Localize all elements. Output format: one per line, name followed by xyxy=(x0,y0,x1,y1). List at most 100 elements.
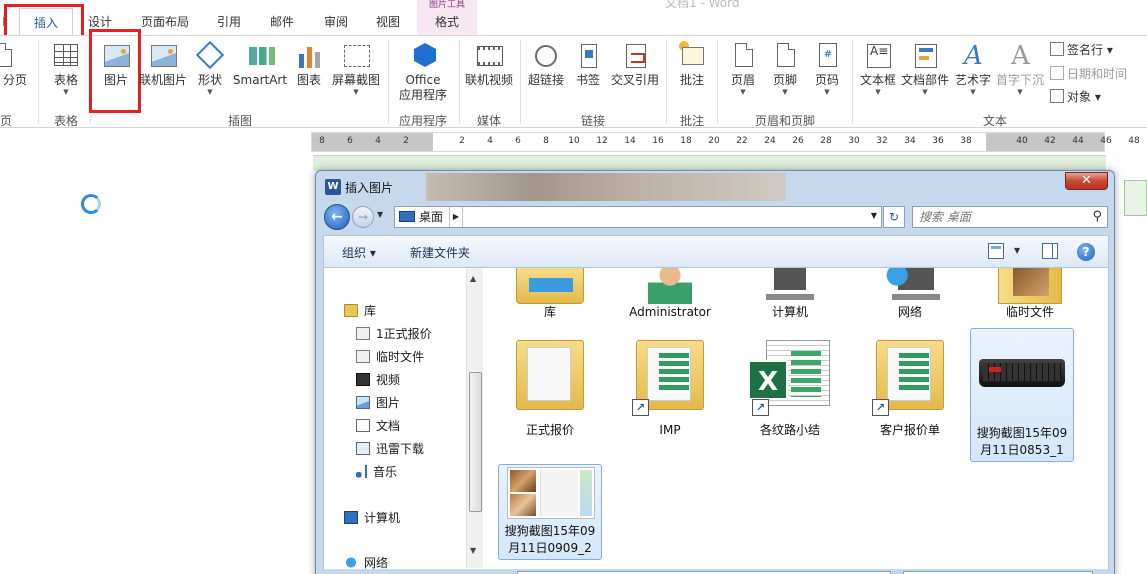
address-dropdown[interactable]: ▼ xyxy=(871,211,877,220)
ruler-tick-label: 24 xyxy=(764,136,776,146)
group-separator xyxy=(666,40,667,124)
library-icon xyxy=(344,304,358,317)
group-separator xyxy=(852,40,853,124)
ribbon-tab-bar: 文档1 - Word Ⅰ 插入 设计 页面布局 引用 邮件 审阅 视图 图片工具… xyxy=(0,0,1147,41)
ruler-tick-label: 28 xyxy=(820,136,832,146)
office-apps-button[interactable]: Office 应用程序 xyxy=(392,41,454,103)
address-bar[interactable]: 桌面 ▶ ▼ xyxy=(394,206,882,228)
tab-format[interactable]: 格式 xyxy=(417,10,477,36)
ruler-tick-label: 6 xyxy=(515,136,521,146)
chart-button[interactable]: 图表 xyxy=(293,41,325,88)
list-item-selected[interactable]: 搜狗截图15年09月11日0853_1 xyxy=(970,328,1074,462)
ruler-tick-label: 30 xyxy=(848,136,860,146)
object-button[interactable]: 对象 ▾ xyxy=(1050,87,1101,107)
signature-icon xyxy=(1050,42,1064,56)
comment-button[interactable]: 批注 xyxy=(672,41,712,88)
chevron-down-icon: ▼ xyxy=(875,88,881,96)
list-item[interactable]: Administrator xyxy=(618,268,722,323)
hyperlink-button[interactable]: 超链接 xyxy=(524,41,568,88)
list-item[interactable]: ↗ 客户报价单 xyxy=(858,330,962,448)
bookmark-icon xyxy=(573,41,603,71)
search-input[interactable] xyxy=(919,209,1079,225)
back-button[interactable]: ← xyxy=(324,204,350,230)
list-item[interactable]: 计算机 xyxy=(738,268,842,323)
nav-item[interactable]: 视频 xyxy=(356,371,400,389)
online-picture-button[interactable]: 联机图片 xyxy=(138,41,188,88)
help-icon[interactable]: ? xyxy=(1077,243,1095,261)
quick-parts-button[interactable]: 文档部件 ▼ xyxy=(900,41,950,97)
table-icon xyxy=(51,41,81,71)
date-time-button[interactable]: 日期和时间 xyxy=(1050,64,1127,84)
tab-review[interactable]: 审阅 xyxy=(314,10,358,34)
list-item[interactable]: X ↗ 各纹路小结 xyxy=(738,330,842,448)
nav-item[interactable]: 音乐 xyxy=(356,463,397,481)
text-box-button[interactable]: A≡ 文本框 ▼ xyxy=(857,41,899,97)
online-video-button[interactable]: 联机视频 xyxy=(462,41,516,88)
nav-item[interactable]: 文档 xyxy=(356,417,400,435)
tab-page-layout[interactable]: 页面布局 xyxy=(133,10,197,34)
ruler-tick-label: 44 xyxy=(1072,136,1084,146)
breadcrumb[interactable]: 桌面 xyxy=(399,209,443,225)
list-item-selected[interactable]: 搜狗截图15年09月11日0909_2 xyxy=(498,464,602,560)
ruler-tick-label: 40 xyxy=(1016,136,1028,146)
nav-item[interactable]: 图片 xyxy=(356,394,400,412)
horizontal-ruler[interactable]: 8 6 4 2 2 4 6 8 10 12 14 16 18 20 22 24 26 28 30 32 34 36 38 40… xyxy=(311,132,1140,152)
chevron-down-icon: ▼ xyxy=(970,88,976,96)
footer-button[interactable]: 页脚 ▼ xyxy=(765,41,805,97)
list-item[interactable]: 库 xyxy=(498,268,602,323)
excel-icon: X xyxy=(748,360,788,400)
screenshot-icon xyxy=(341,41,371,71)
chevron-down-icon: ▼ xyxy=(63,88,69,96)
nav-item-computer[interactable]: 计算机 xyxy=(344,509,400,527)
cross-reference-button[interactable]: 交叉引用 xyxy=(608,41,662,88)
refresh-button[interactable]: ↻ xyxy=(883,206,905,228)
tab-view[interactable]: 视图 xyxy=(366,10,410,34)
group-label-comments: 批注 xyxy=(679,114,704,128)
change-view-icon[interactable] xyxy=(988,243,1004,259)
view-options-dropdown[interactable]: ▼ xyxy=(1014,246,1020,255)
signature-line-button[interactable]: 签名行 ▾ xyxy=(1050,40,1113,60)
forward-button[interactable]: → xyxy=(352,206,374,228)
list-item[interactable]: 正式报价 xyxy=(498,330,602,448)
preview-pane-icon[interactable] xyxy=(1042,243,1058,259)
ruler-tick-label: 6 xyxy=(347,136,353,146)
nav-item-libraries[interactable]: 库 xyxy=(344,302,376,320)
breadcrumb-chevron-icon[interactable]: ▶ xyxy=(449,207,463,227)
organize-button[interactable]: 组织 ▾ xyxy=(342,244,376,261)
layout-options-icon[interactable] xyxy=(1124,180,1147,216)
group-separator xyxy=(38,40,39,124)
recent-pages-dropdown[interactable]: ▼ xyxy=(377,210,383,219)
smartart-button[interactable]: SmartArt xyxy=(230,41,290,88)
header-button[interactable]: 页眉 ▼ xyxy=(723,41,763,97)
close-button[interactable]: ✕ xyxy=(1065,172,1108,190)
navigation-scrollbar[interactable]: ▲ ▼ xyxy=(466,268,483,568)
group-label-text: 文本 xyxy=(982,114,1007,128)
nav-item[interactable]: 临时文件 xyxy=(356,348,424,366)
online-picture-icon xyxy=(148,41,178,71)
bookmark-button[interactable]: 书签 xyxy=(571,41,605,88)
list-item[interactable]: 网络 xyxy=(858,268,962,323)
cross-reference-icon xyxy=(620,41,650,71)
drop-cap-button[interactable]: A 首字下沉 ▼ xyxy=(995,41,1045,97)
ruler-tick-label: 8 xyxy=(543,136,549,146)
comment-icon xyxy=(677,41,707,71)
shapes-button[interactable]: 形状 ▼ xyxy=(192,40,228,97)
list-item[interactable]: ↗ IMP xyxy=(618,330,722,448)
new-folder-button[interactable]: 新建文件夹 xyxy=(410,244,470,261)
page-break-button[interactable]: 分页 xyxy=(0,41,30,88)
nav-item[interactable]: 迅雷下载 xyxy=(356,440,424,458)
tab-mailings[interactable]: 邮件 xyxy=(262,10,302,34)
list-item[interactable]: 临时文件 xyxy=(978,268,1082,323)
tab-references[interactable]: 引用 xyxy=(207,10,251,34)
search-icon[interactable]: ⚲ xyxy=(1092,209,1102,224)
scrollbar-thumb[interactable] xyxy=(469,372,482,512)
scroll-up-arrow-icon[interactable]: ▲ xyxy=(470,274,476,283)
page-number-button[interactable]: # 页码 ▼ xyxy=(807,41,847,97)
dialog-body: 库 1正式报价 临时文件 视频 图片 文档 迅雷下载 音乐 计算机 网络 ▲ ▼… xyxy=(323,267,1109,574)
ruler-tick-label: 2 xyxy=(403,136,409,146)
table-button[interactable]: 表格 ▼ xyxy=(44,41,88,97)
scroll-down-arrow-icon[interactable]: ▼ xyxy=(470,546,476,555)
wordart-button[interactable]: A 艺术字 ▼ xyxy=(952,41,994,97)
nav-item[interactable]: 1正式报价 xyxy=(356,325,432,343)
screenshot-button[interactable]: 屏幕截图 ▼ xyxy=(329,41,383,97)
